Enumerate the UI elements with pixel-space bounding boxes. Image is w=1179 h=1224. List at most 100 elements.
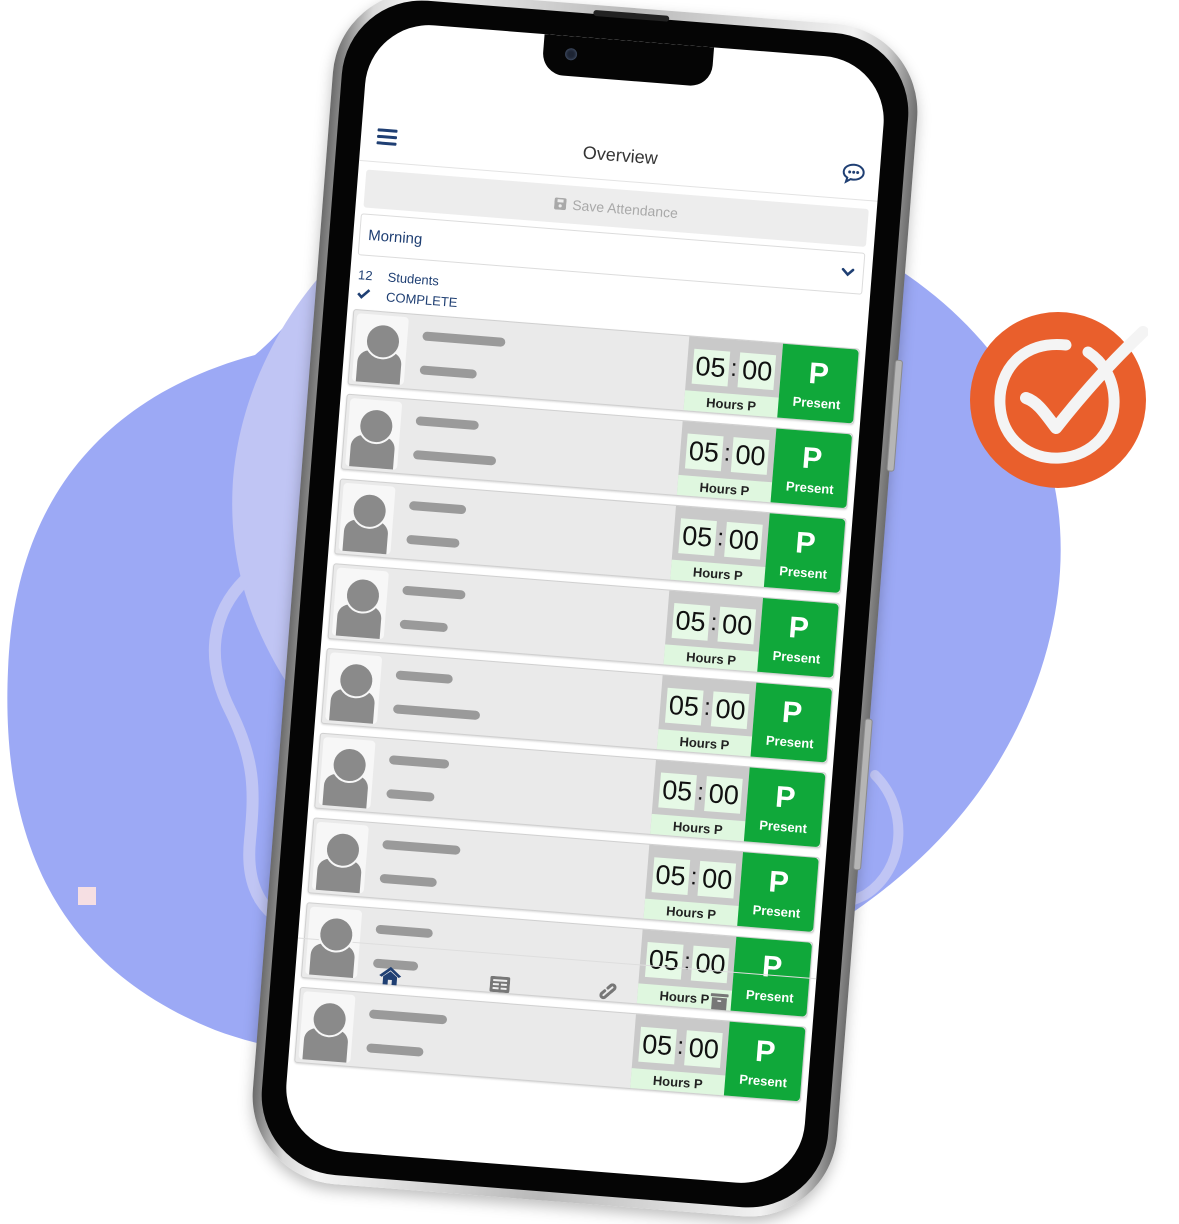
detail-placeholder-bar bbox=[412, 450, 497, 466]
hours-input[interactable]: 05 : 00 Hours P bbox=[676, 421, 777, 503]
hours-value[interactable]: 05 bbox=[691, 348, 730, 386]
avatar-placeholder-icon bbox=[338, 482, 396, 555]
archive-box-icon bbox=[710, 993, 729, 1011]
student-name-placeholder bbox=[373, 738, 656, 834]
save-attendance-label: Save Attendance bbox=[571, 196, 679, 222]
minutes-value[interactable]: 00 bbox=[737, 351, 777, 390]
time-separator: : bbox=[676, 1032, 685, 1061]
hours-value[interactable]: 05 bbox=[637, 1026, 677, 1064]
hours-value[interactable]: 05 bbox=[664, 687, 704, 725]
minutes-value[interactable]: 00 bbox=[697, 860, 737, 899]
status-label: Present bbox=[792, 393, 841, 412]
status-code: P bbox=[774, 780, 797, 815]
name-placeholder-bar bbox=[395, 670, 454, 684]
time-separator: : bbox=[716, 524, 725, 552]
minutes-value[interactable]: 00 bbox=[711, 690, 750, 729]
minutes-value[interactable]: 00 bbox=[704, 775, 744, 814]
time-separator: : bbox=[696, 778, 705, 806]
attendance-status-button[interactable]: P Present bbox=[737, 852, 819, 932]
status-code: P bbox=[780, 695, 804, 730]
chat-bubble-icon[interactable] bbox=[841, 161, 867, 187]
phone-bezel: Overview Save Attendance Morning 12 Stud… bbox=[255, 0, 915, 1214]
attendance-status-button[interactable]: P Present bbox=[777, 343, 859, 424]
attendance-status-button[interactable]: P Present bbox=[757, 597, 839, 678]
detail-placeholder-bar bbox=[379, 873, 438, 888]
minutes-value[interactable]: 00 bbox=[724, 521, 764, 560]
student-name-placeholder bbox=[386, 569, 669, 665]
detail-placeholder-bar bbox=[392, 704, 481, 721]
detail-placeholder-bar bbox=[406, 534, 460, 548]
status-code: P bbox=[800, 441, 824, 476]
tab-links[interactable] bbox=[593, 977, 625, 1009]
decorative-square bbox=[78, 887, 96, 905]
home-icon bbox=[379, 966, 402, 986]
time-separator: : bbox=[689, 863, 699, 891]
attendance-app: Overview Save Attendance Morning 12 Stud… bbox=[281, 110, 882, 1188]
avatar-placeholder-icon bbox=[351, 313, 409, 386]
camera-icon bbox=[564, 47, 578, 61]
name-placeholder-bar bbox=[382, 839, 461, 855]
hours-input[interactable]: 05 : 00 Hours P bbox=[650, 760, 750, 842]
attendance-status-button[interactable]: P Present bbox=[770, 428, 853, 509]
name-placeholder-bar bbox=[368, 1009, 448, 1025]
check-circle-icon bbox=[970, 312, 1148, 488]
minutes-value[interactable]: 00 bbox=[717, 606, 757, 644]
tab-list[interactable] bbox=[484, 968, 516, 1000]
minutes-value[interactable]: 00 bbox=[684, 1029, 724, 1068]
name-placeholder-bar bbox=[375, 924, 434, 939]
hours-value[interactable]: 05 bbox=[677, 517, 717, 556]
hours-input[interactable]: 05 : 00 Hours P bbox=[663, 590, 764, 672]
time-separator: : bbox=[702, 693, 712, 722]
avatar-placeholder-icon bbox=[331, 567, 389, 640]
status-label: Present bbox=[738, 1071, 788, 1090]
avatar-placeholder-icon bbox=[318, 736, 376, 809]
name-placeholder-bar bbox=[422, 331, 506, 347]
page-title: Overview bbox=[582, 141, 659, 168]
status-label: Present bbox=[785, 477, 835, 497]
status-code: P bbox=[767, 864, 791, 900]
avatar-placeholder-icon bbox=[325, 652, 383, 725]
phone-mockup: Overview Save Attendance Morning 12 Stud… bbox=[245, 0, 925, 1224]
detail-placeholder-bar bbox=[419, 365, 478, 379]
status-label: Present bbox=[772, 647, 821, 667]
status-code: P bbox=[754, 1034, 777, 1069]
time-separator: : bbox=[722, 439, 732, 467]
hours-value[interactable]: 05 bbox=[651, 856, 690, 895]
detail-placeholder-bar bbox=[399, 619, 449, 633]
hours-input[interactable]: 05 : 00 Hours P bbox=[643, 844, 744, 926]
hours-value[interactable]: 05 bbox=[671, 602, 710, 641]
hours-value[interactable]: 05 bbox=[657, 771, 697, 810]
checkmark-icon bbox=[356, 285, 383, 307]
attendance-status-button[interactable]: P Present bbox=[763, 513, 846, 593]
list-card-icon bbox=[489, 975, 511, 994]
minutes-value[interactable]: 00 bbox=[731, 436, 770, 475]
status-label: Present bbox=[765, 732, 815, 751]
attendance-status-button[interactable]: P Present bbox=[750, 682, 833, 763]
status-label: Present bbox=[778, 562, 828, 582]
student-name-placeholder bbox=[380, 654, 663, 750]
time-separator: : bbox=[729, 354, 739, 383]
phone-notch bbox=[541, 34, 715, 88]
student-count: 12 bbox=[357, 267, 374, 284]
avatar-placeholder-icon bbox=[345, 397, 403, 470]
chevron-down-icon bbox=[841, 267, 855, 277]
hamburger-menu-icon[interactable] bbox=[374, 124, 400, 150]
hours-input[interactable]: 05 : 00 Hours P bbox=[670, 505, 770, 587]
name-placeholder-bar bbox=[388, 755, 450, 769]
detail-placeholder-bar bbox=[386, 789, 435, 802]
link-icon bbox=[599, 983, 617, 1000]
student-name-placeholder bbox=[400, 399, 683, 495]
hours-value[interactable]: 05 bbox=[684, 433, 724, 471]
hours-input[interactable]: 05 : 00 Hours P bbox=[683, 336, 784, 418]
avatar-placeholder-icon bbox=[311, 821, 369, 894]
tab-archive[interactable] bbox=[703, 986, 735, 1018]
status-label: Present bbox=[752, 901, 801, 921]
time-separator: : bbox=[709, 608, 719, 637]
status-code: P bbox=[794, 525, 817, 561]
student-name-placeholder bbox=[393, 484, 676, 580]
detail-placeholder-bar bbox=[366, 1043, 424, 1057]
floppy-disk-icon bbox=[554, 197, 567, 211]
attendance-status-button[interactable]: P Present bbox=[743, 767, 826, 848]
tab-home[interactable] bbox=[374, 960, 406, 992]
hours-input[interactable]: 05 : 00 Hours P bbox=[656, 675, 757, 757]
